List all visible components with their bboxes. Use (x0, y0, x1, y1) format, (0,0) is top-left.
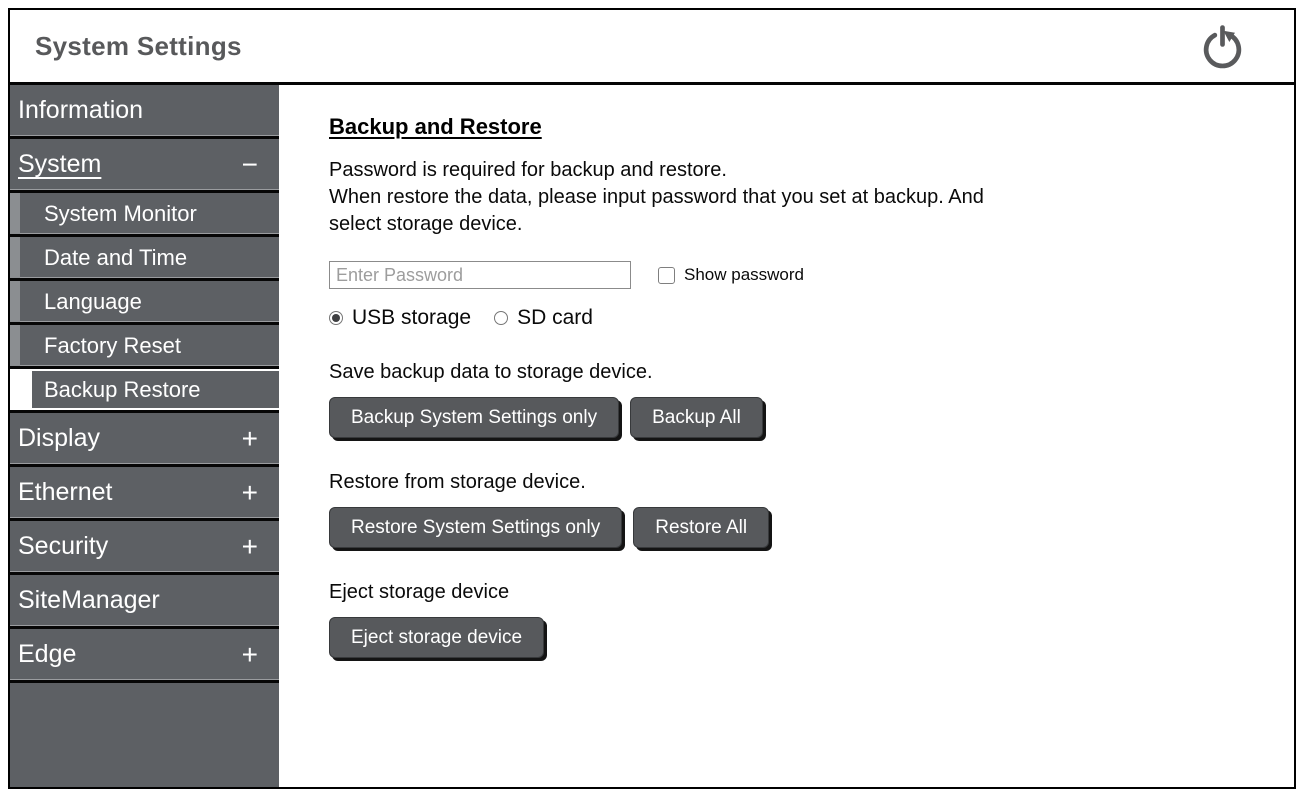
sidebar-item-date-and-time[interactable]: Date and Time (10, 237, 279, 281)
eject-buttons-row: Eject storage device (329, 617, 1254, 658)
section-heading: Backup and Restore (329, 114, 1254, 140)
password-input[interactable] (329, 261, 631, 289)
sidebar-item-label: System (18, 150, 101, 179)
expand-icon[interactable]: + (242, 641, 258, 669)
description-line: select storage device. (329, 211, 1254, 238)
sidebar-item-edge[interactable]: Edge + (10, 629, 279, 683)
sidebar-filler (10, 683, 279, 787)
sidebar-item-label: Factory Reset (44, 333, 181, 359)
restore-system-settings-only-button[interactable]: Restore System Settings only (329, 507, 622, 548)
sidebar-item-language[interactable]: Language (10, 281, 279, 325)
show-password-label: Show password (684, 265, 804, 285)
sidebar-item-display[interactable]: Display + (10, 413, 279, 467)
restore-section-text: Restore from storage device. (329, 471, 1254, 494)
eject-storage-device-button[interactable]: Eject storage device (329, 617, 544, 658)
backup-restore-panel: Backup and Restore Password is required … (279, 85, 1294, 787)
backup-buttons-row: Backup System Settings only Backup All (329, 397, 1254, 438)
radio-selected-icon (329, 311, 343, 325)
sidebar-item-label: SiteManager (18, 586, 160, 615)
sidebar-item-label: Display (18, 424, 100, 453)
header: System Settings (10, 10, 1294, 85)
sidebar-item-system[interactable]: System − (10, 139, 279, 193)
usb-storage-radio[interactable]: USB storage (329, 306, 471, 330)
expand-icon[interactable]: + (242, 479, 258, 507)
expand-icon[interactable]: + (242, 425, 258, 453)
eject-section-text: Eject storage device (329, 581, 1254, 604)
backup-section-text: Save backup data to storage device. (329, 361, 1254, 384)
sidebar-item-system-monitor[interactable]: System Monitor (10, 193, 279, 237)
sidebar-item-label: System Monitor (44, 201, 197, 227)
sidebar-item-label: Language (44, 289, 142, 315)
sidebar-item-factory-reset[interactable]: Factory Reset (10, 325, 279, 369)
sidebar-item-label: Backup Restore (44, 377, 201, 403)
power-restart-icon (1199, 58, 1246, 73)
collapse-icon[interactable]: − (242, 151, 258, 179)
sidebar-item-security[interactable]: Security + (10, 521, 279, 575)
sidebar-item-information[interactable]: Information (10, 85, 279, 139)
power-button[interactable] (1199, 23, 1246, 70)
page-body: Information System − System Monitor Date… (10, 85, 1294, 787)
storage-device-options: USB storage SD card (329, 306, 1254, 330)
password-row: Show password (329, 261, 1254, 289)
radio-unselected-icon (494, 311, 508, 325)
radio-label: USB storage (352, 306, 471, 330)
show-password-checkbox[interactable] (658, 267, 675, 284)
system-settings-window: System Settings Information System − (8, 8, 1296, 789)
sidebar-item-label: Ethernet (18, 478, 113, 507)
radio-label: SD card (517, 306, 593, 330)
sd-card-radio[interactable]: SD card (494, 306, 593, 330)
sidebar: Information System − System Monitor Date… (10, 85, 279, 787)
description-text: Password is required for backup and rest… (329, 157, 1254, 238)
expand-icon[interactable]: + (242, 533, 258, 561)
sidebar-item-label: Security (18, 532, 108, 561)
sidebar-item-backup-restore[interactable]: Backup Restore (10, 369, 279, 413)
backup-system-settings-only-button[interactable]: Backup System Settings only (329, 397, 619, 438)
restore-buttons-row: Restore System Settings only Restore All (329, 507, 1254, 548)
sidebar-item-sitemanager[interactable]: SiteManager (10, 575, 279, 629)
description-line: Password is required for backup and rest… (329, 157, 1254, 184)
sidebar-item-label: Edge (18, 640, 76, 669)
sidebar-item-label: Information (18, 96, 143, 125)
sidebar-item-ethernet[interactable]: Ethernet + (10, 467, 279, 521)
backup-all-button[interactable]: Backup All (630, 397, 763, 438)
sidebar-item-label: Date and Time (44, 245, 187, 271)
restore-all-button[interactable]: Restore All (633, 507, 769, 548)
description-line: When restore the data, please input pass… (329, 184, 1254, 211)
page-title: System Settings (35, 31, 242, 62)
